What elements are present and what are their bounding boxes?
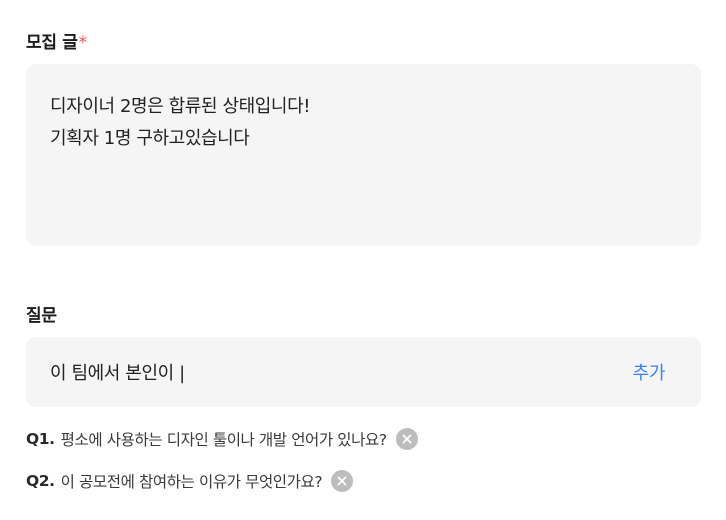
post-label: 모집 글* [26,28,87,53]
question-input-value: 이 팀에서 본인이 | [50,363,185,384]
question-number: Q2. [26,472,55,490]
question-input-text[interactable]: 이 팀에서 본인이 | [50,359,185,385]
post-line-1: 디자이너 2명은 합류된 상태입니다! [50,96,311,117]
required-mark: * [78,33,88,53]
post-textarea[interactable]: 디자이너 2명은 합류된 상태입니다! 기획자 1명 구하고있습니다 [26,64,701,246]
question-text: 평소에 사용하는 디자인 툴이나 개발 언어가 있나요? [60,431,387,449]
question-item: Q2. 이 공모전에 참여하는 이유가 무엇인가요? [26,470,354,492]
question-item: Q1. 평소에 사용하는 디자인 툴이나 개발 언어가 있나요? [26,428,418,450]
question-text: 이 공모전에 참여하는 이유가 무엇인가요? [60,473,323,491]
post-line-2: 기획자 1명 구하고있습니다 [50,128,250,149]
question-number: Q1. [26,430,55,448]
question-input[interactable]: 이 팀에서 본인이 | 추가 [26,337,701,407]
questions-label: 질문 [26,306,57,326]
post-label-text: 모집 글 [26,33,78,53]
close-circle-icon[interactable] [331,470,354,492]
add-question-button[interactable]: 추가 [633,359,666,385]
close-circle-icon[interactable] [395,428,418,450]
